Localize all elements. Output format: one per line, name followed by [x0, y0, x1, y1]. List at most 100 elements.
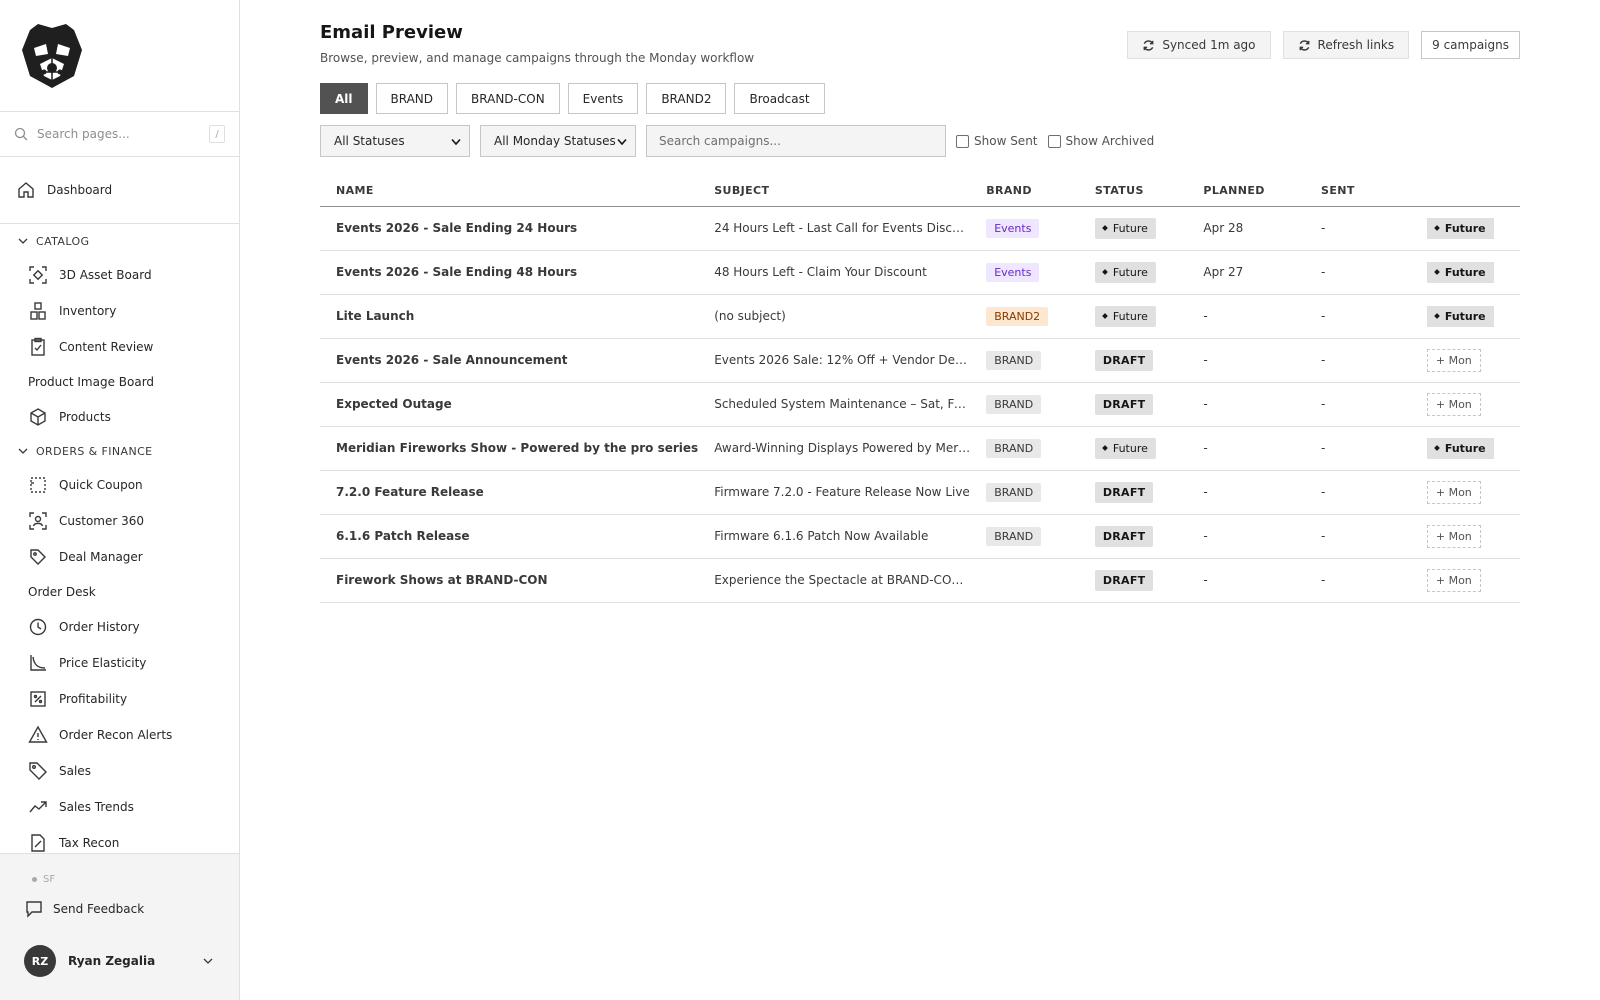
diamond-icon: [1434, 312, 1440, 319]
logo-icon[interactable]: [16, 20, 88, 92]
monday-status-badge[interactable]: Future: [1426, 217, 1494, 239]
campaign-subject: (no subject): [698, 294, 971, 339]
campaign-status-cell: Future: [1078, 294, 1188, 339]
sidebar-item-products[interactable]: Products: [0, 399, 239, 435]
show-sent-checkbox[interactable]: Show Sent: [956, 134, 1038, 148]
tab-brand2[interactable]: BRAND2: [646, 83, 727, 114]
campaign-status-cell: Future: [1078, 206, 1188, 251]
refresh-links-button[interactable]: Refresh links: [1282, 31, 1410, 59]
table-header-row: NAME SUBJECT BRAND STATUS PLANNED SENT: [320, 176, 1520, 207]
monday-status-select[interactable]: All Monday Statuses: [480, 125, 636, 157]
add-to-monday-button[interactable]: + Mon: [1426, 392, 1481, 416]
sidebar-item-content-review[interactable]: Content Review: [0, 329, 239, 365]
sidebar-item-profitability[interactable]: Profitability: [0, 681, 239, 717]
percent-box-icon: [28, 689, 48, 709]
sidebar-item-label: Sales: [59, 764, 91, 778]
diamond-icon: [1102, 444, 1108, 451]
campaign-monday-cell: + Mon: [1410, 382, 1520, 427]
sidebar-item-label: Order History: [59, 620, 140, 634]
column-header-brand[interactable]: BRAND: [970, 176, 1079, 207]
sidebar-item-label: Product Image Board: [28, 375, 155, 389]
sidebar-item-order-desk[interactable]: Order Desk: [0, 575, 239, 609]
campaign-name[interactable]: Meridian Fireworks Show - Powered by the…: [320, 426, 699, 471]
campaign-name[interactable]: Events 2026 - Sale Ending 48 Hours: [320, 250, 699, 295]
sidebar-item-inventory[interactable]: Inventory: [0, 293, 239, 329]
section-orders-finance-header[interactable]: ORDERS & FINANCE: [0, 435, 239, 467]
sidebar-item-deal-manager[interactable]: Deal Manager: [0, 539, 239, 575]
sidebar-item-dashboard[interactable]: Dashboard: [0, 157, 239, 224]
column-header-planned[interactable]: PLANNED: [1187, 176, 1305, 207]
sidebar-item-sales[interactable]: Sales: [0, 753, 239, 789]
status-badge: DRAFT: [1094, 525, 1154, 547]
page-search[interactable]: Search pages... /: [0, 112, 239, 157]
campaign-search-input[interactable]: [646, 125, 946, 157]
tab-brand[interactable]: BRAND: [375, 83, 449, 114]
sync-status-button[interactable]: Synced 1m ago: [1127, 31, 1271, 59]
sidebar-nav[interactable]: CATALOG 3D Asset Board Inventory Content…: [0, 225, 239, 853]
table-row[interactable]: Meridian Fireworks Show - Powered by the…: [320, 426, 1520, 471]
status-select[interactable]: All Statuses: [320, 125, 470, 157]
tab-broadcast[interactable]: Broadcast: [734, 83, 825, 114]
campaign-name[interactable]: Events 2026 - Sale Ending 24 Hours: [320, 206, 699, 251]
table-row[interactable]: Firework Shows at BRAND-CON Experience th…: [320, 558, 1520, 603]
campaign-name[interactable]: 6.1.6 Patch Release: [320, 514, 699, 559]
table-row[interactable]: Events 2026 - Sale Announcement Events 20…: [320, 338, 1520, 383]
section-catalog-header[interactable]: CATALOG: [0, 225, 239, 257]
campaign-name[interactable]: Events 2026 - Sale Announcement: [320, 338, 699, 383]
campaign-brand-cell: Events: [970, 206, 1079, 251]
monday-status-badge[interactable]: Future: [1426, 305, 1494, 327]
sidebar-item-price-elasticity[interactable]: Price Elasticity: [0, 645, 239, 681]
chevron-down-icon: [617, 138, 627, 146]
sidebar-item-order-history[interactable]: Order History: [0, 609, 239, 645]
sidebar-item-label: Content Review: [59, 340, 154, 354]
show-archived-label: Show Archived: [1065, 134, 1155, 148]
campaign-subject: Firmware 7.2.0 - Feature Release Now Liv…: [698, 470, 971, 515]
sidebar-item-customer-360[interactable]: Customer 360: [0, 503, 239, 539]
column-header-sent[interactable]: SENT: [1305, 176, 1411, 207]
table-row[interactable]: 7.2.0 Feature Release Firmware 7.2.0 - Fe…: [320, 470, 1520, 515]
show-archived-checkbox[interactable]: Show Archived: [1047, 134, 1155, 148]
tab-events[interactable]: Events: [567, 83, 639, 114]
column-header-status[interactable]: STATUS: [1078, 176, 1188, 207]
brand-tag: BRAND: [986, 394, 1042, 414]
campaign-subject: Experience the Spectacle at BRAND-CON wi…: [698, 558, 971, 603]
send-feedback-button[interactable]: Send Feedback: [24, 899, 144, 919]
table-row[interactable]: Expected Outage Scheduled System Maintena…: [320, 382, 1520, 427]
add-to-monday-button[interactable]: + Mon: [1426, 568, 1481, 592]
sidebar-item-tax-recon[interactable]: Tax Recon: [0, 825, 239, 853]
table-row[interactable]: Events 2026 - Sale Ending 48 Hours 48 Hou…: [320, 250, 1520, 295]
add-to-monday-button[interactable]: + Mon: [1426, 348, 1481, 372]
campaign-name[interactable]: Firework Shows at BRAND-CON: [320, 558, 699, 603]
campaign-planned: Apr 28: [1187, 206, 1305, 251]
campaign-status-cell: DRAFT: [1078, 338, 1188, 383]
table-row[interactable]: Events 2026 - Sale Ending 24 Hours 24 Hou…: [320, 206, 1520, 251]
campaign-sent: -: [1305, 294, 1411, 339]
diamond-icon: [1434, 224, 1440, 231]
campaign-name[interactable]: Lite Launch: [320, 294, 699, 339]
campaign-name[interactable]: Expected Outage: [320, 382, 699, 427]
checkbox-box[interactable]: [956, 134, 969, 148]
sidebar-item-3d-asset-board[interactable]: 3D Asset Board: [0, 257, 239, 293]
home-icon: [16, 180, 36, 200]
brand-tabs: All BRAND BRAND-CON Events BRAND2 Broadc…: [320, 83, 825, 114]
campaign-name[interactable]: 7.2.0 Feature Release: [320, 470, 699, 515]
table-row[interactable]: 6.1.6 Patch Release Firmware 6.1.6 Patch …: [320, 514, 1520, 559]
checkbox-box[interactable]: [1047, 134, 1061, 148]
add-to-monday-button[interactable]: + Mon: [1426, 524, 1481, 548]
user-menu[interactable]: RZ Ryan Zegalia: [24, 945, 214, 977]
sidebar-item-order-recon-alerts[interactable]: Order Recon Alerts: [0, 717, 239, 753]
tab-all[interactable]: All: [320, 83, 368, 114]
sidebar-item-quick-coupon[interactable]: Quick Coupon: [0, 467, 239, 503]
tags-icon: [28, 547, 48, 567]
tab-brand-con[interactable]: BRAND-CON: [456, 83, 560, 114]
page-subtitle: Browse, preview, and manage campaigns th…: [320, 51, 755, 65]
sidebar-item-sales-trends[interactable]: Sales Trends: [0, 789, 239, 825]
column-header-subject[interactable]: SUBJECT: [698, 176, 971, 207]
column-header-name[interactable]: NAME: [320, 176, 699, 207]
monday-status-badge[interactable]: Future: [1426, 261, 1494, 283]
table-row[interactable]: Lite Launch (no subject) BRAND2 Future - - Fut…: [320, 294, 1520, 339]
diamond-icon: [1102, 268, 1108, 275]
monday-status-badge[interactable]: Future: [1426, 437, 1494, 459]
add-to-monday-button[interactable]: + Mon: [1426, 480, 1481, 504]
sidebar-item-product-image-board[interactable]: Product Image Board: [0, 365, 239, 399]
